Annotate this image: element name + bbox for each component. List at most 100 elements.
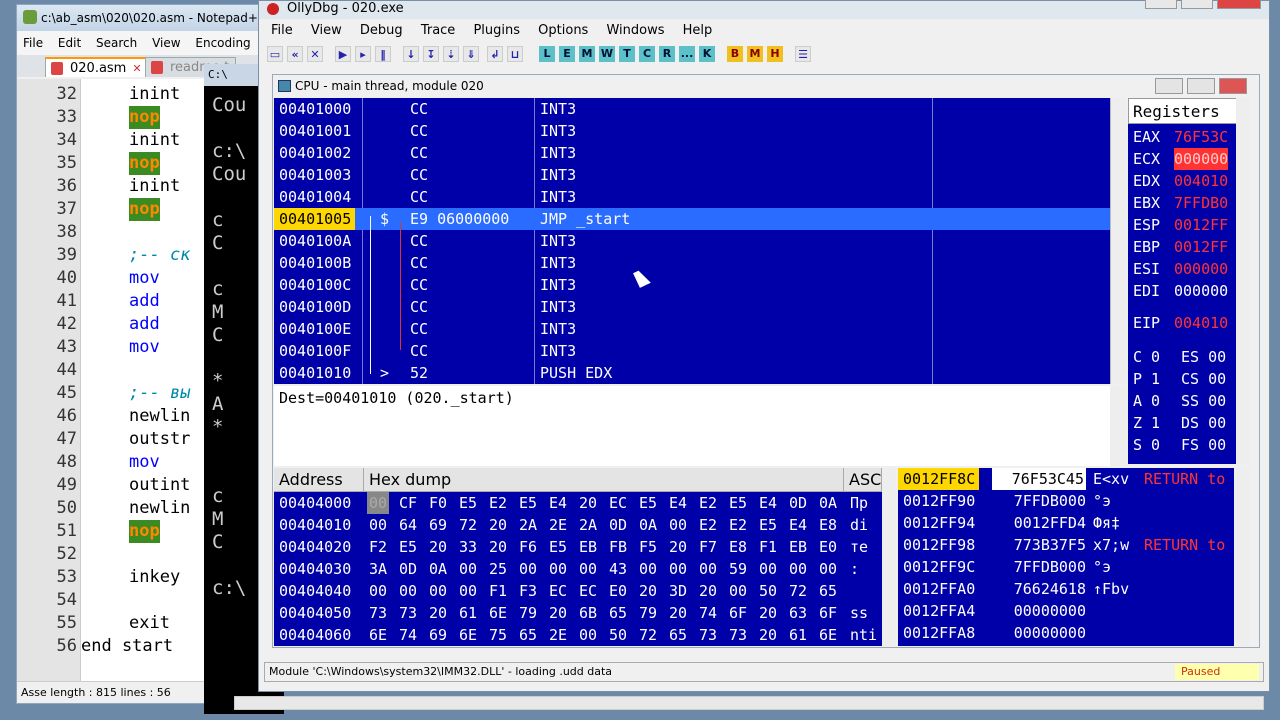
dump-byte[interactable]: 61 bbox=[457, 602, 479, 624]
flag-value[interactable]: C 0 bbox=[1133, 348, 1160, 366]
dump-byte[interactable]: 79 bbox=[637, 602, 659, 624]
toolbar-run-trace-button[interactable]: ... bbox=[679, 46, 695, 62]
step-over-icon[interactable]: ↧ bbox=[423, 46, 439, 62]
dump-byte[interactable]: 50 bbox=[607, 624, 629, 646]
stack-row[interactable]: 0012FF90 7FFDB000 °э bbox=[898, 490, 1234, 512]
dump-byte[interactable]: 69 bbox=[427, 514, 449, 536]
dump-byte[interactable]: 0D bbox=[397, 558, 419, 580]
register-value[interactable]: 004010 bbox=[1174, 170, 1228, 192]
register-value[interactable]: 7FFDB0 bbox=[1174, 192, 1228, 214]
stack-row[interactable]: 0012FF98 773B37F5 x7;w RETURN to bbox=[898, 534, 1234, 556]
dump-col-ascii[interactable]: ASC bbox=[844, 468, 882, 492]
dump-byte[interactable]: E4 bbox=[757, 492, 779, 514]
register-row[interactable]: ECX 000000 bbox=[1133, 148, 1229, 170]
olly-menu-plugins[interactable]: Plugins bbox=[473, 23, 520, 38]
stack-row[interactable]: 0012FF94 0012FFD4 Фя‡ bbox=[898, 512, 1234, 534]
dump-byte[interactable]: 65 bbox=[667, 624, 689, 646]
stack-row[interactable]: 0012FF8C 76F53C45 E<xv RETURN to bbox=[898, 468, 1234, 490]
dump-byte[interactable]: 73 bbox=[727, 624, 749, 646]
register-value[interactable]: 000000 bbox=[1174, 148, 1229, 170]
dump-row[interactable]: 00404000 00 CF F0 E5 E2 E5 E4 20 EC E5 E4 E2 E5 E4 0D 0A… bbox=[274, 492, 882, 514]
pause-icon[interactable]: ‖ bbox=[375, 46, 391, 62]
dump-byte[interactable]: E0 bbox=[817, 536, 839, 558]
dump-byte[interactable]: 00 bbox=[457, 558, 479, 580]
dump-byte[interactable]: 00 bbox=[787, 558, 809, 580]
register-row[interactable]: EBX 7FFDB0 bbox=[1133, 192, 1228, 214]
dump-byte[interactable]: F1 bbox=[757, 536, 779, 558]
dump-byte[interactable]: 2A bbox=[577, 514, 599, 536]
dump-byte[interactable]: CF bbox=[397, 492, 419, 514]
maximize-button[interactable] bbox=[1181, 0, 1213, 9]
dump-byte[interactable]: E8 bbox=[727, 536, 749, 558]
stack-row[interactable]: 0012FFA4 00000000 bbox=[898, 600, 1234, 622]
dump-byte[interactable]: 00 bbox=[367, 580, 389, 602]
flag-row[interactable]: C 0 ES 00 bbox=[1133, 346, 1226, 368]
dump-byte[interactable]: 20 bbox=[757, 624, 779, 646]
dump-byte[interactable]: 6F bbox=[727, 602, 749, 624]
dump-byte[interactable]: 50 bbox=[757, 580, 779, 602]
dump-byte[interactable]: 6B bbox=[577, 602, 599, 624]
dump-byte[interactable]: 00 bbox=[547, 558, 569, 580]
register-row[interactable]: EBP 0012FF bbox=[1133, 236, 1228, 258]
dump-byte[interactable]: E5 bbox=[457, 492, 479, 514]
dump-scrollbar[interactable] bbox=[882, 468, 896, 646]
register-value[interactable]: 000000 bbox=[1174, 258, 1228, 280]
registers-pane[interactable]: Registers EAX 76F53C ECX 000000 EDX 004010 EBX… bbox=[1128, 98, 1250, 464]
dump-byte[interactable]: 61 bbox=[787, 624, 809, 646]
dump-byte[interactable]: F2 bbox=[367, 536, 389, 558]
dump-byte[interactable]: E4 bbox=[547, 492, 569, 514]
register-value[interactable]: 0012FF bbox=[1174, 214, 1228, 236]
dump-byte[interactable]: F6 bbox=[517, 536, 539, 558]
dump-byte[interactable]: 0A bbox=[817, 492, 839, 514]
stack-scrollbar[interactable] bbox=[1236, 468, 1250, 646]
toolbar-threads-button[interactable]: T bbox=[619, 46, 635, 62]
dump-row[interactable]: 00404050 73 73 20 61 6E 79 20 6B 65 79 20 74 6F 20 63 6F… bbox=[274, 602, 882, 624]
flag-row[interactable]: P 1 CS 00 bbox=[1133, 368, 1226, 390]
dump-byte[interactable]: 20 bbox=[667, 536, 689, 558]
disasm-row[interactable]: 00401004 CC INT3 bbox=[274, 186, 1110, 208]
dump-byte[interactable]: E5 bbox=[727, 492, 749, 514]
dump-row[interactable]: 00404020 F2 E5 20 33 20 F6 E5 EB FB F5 20 F7 E8 F1 EB E0… bbox=[274, 536, 882, 558]
dump-byte[interactable]: 72 bbox=[637, 624, 659, 646]
registers-scrollbar[interactable] bbox=[1236, 98, 1250, 464]
dump-byte[interactable]: 65 bbox=[517, 624, 539, 646]
dump-byte[interactable]: 72 bbox=[787, 580, 809, 602]
disasm-row[interactable]: 00401000 CC INT3 bbox=[274, 98, 1110, 120]
dump-byte[interactable]: 6E bbox=[487, 602, 509, 624]
stack-pane[interactable]: 0012FF8C 76F53C45 E<xv RETURN to 0012FF90 7FF… bbox=[898, 468, 1234, 646]
register-row[interactable]: EAX 76F53C bbox=[1133, 126, 1228, 148]
register-row[interactable]: ESP 0012FF bbox=[1133, 214, 1228, 236]
stack-row[interactable]: 0012FF9C 7FFDB000 °э bbox=[898, 556, 1234, 578]
dump-col-address[interactable]: Address bbox=[274, 468, 364, 492]
restart-icon[interactable]: « bbox=[287, 46, 303, 62]
dump-byte[interactable]: 65 bbox=[607, 602, 629, 624]
register-value[interactable]: 76F53C bbox=[1174, 126, 1228, 148]
step-into-icon[interactable]: ↓ bbox=[403, 46, 419, 62]
dump-byte[interactable]: E2 bbox=[487, 492, 509, 514]
dump-byte[interactable]: 20 bbox=[757, 602, 779, 624]
dump-byte[interactable]: 3D bbox=[667, 580, 689, 602]
dump-byte[interactable]: 3A bbox=[367, 558, 389, 580]
dump-byte[interactable]: F0 bbox=[427, 492, 449, 514]
dump-byte[interactable]: E5 bbox=[517, 492, 539, 514]
dump-byte[interactable]: 43 bbox=[607, 558, 629, 580]
flag-value[interactable]: P 1 bbox=[1133, 370, 1160, 388]
register-value[interactable]: 004010 bbox=[1174, 312, 1228, 334]
cpu-close-button[interactable] bbox=[1219, 78, 1247, 94]
dump-byte[interactable]: E4 bbox=[667, 492, 689, 514]
dump-byte[interactable]: 6E bbox=[817, 624, 839, 646]
dump-byte[interactable]: 2E bbox=[547, 514, 569, 536]
dump-byte[interactable]: 63 bbox=[787, 602, 809, 624]
dump-byte[interactable]: 20 bbox=[577, 492, 599, 514]
close-tab-icon[interactable]: ✕ bbox=[132, 62, 141, 75]
dump-byte[interactable]: E2 bbox=[727, 514, 749, 536]
toolbar-call-stack-button[interactable]: K bbox=[699, 46, 715, 62]
dump-byte[interactable]: E8 bbox=[817, 514, 839, 536]
trace-into-icon[interactable]: ⇣ bbox=[443, 46, 459, 62]
toolbar-hardware-breakpoints-button[interactable]: H bbox=[767, 46, 783, 62]
dump-byte[interactable]: E2 bbox=[697, 492, 719, 514]
dump-byte[interactable]: E4 bbox=[787, 514, 809, 536]
toolbar-executables-button[interactable]: E bbox=[559, 46, 575, 62]
dump-byte[interactable]: 75 bbox=[487, 624, 509, 646]
dump-byte[interactable]: EC bbox=[607, 492, 629, 514]
